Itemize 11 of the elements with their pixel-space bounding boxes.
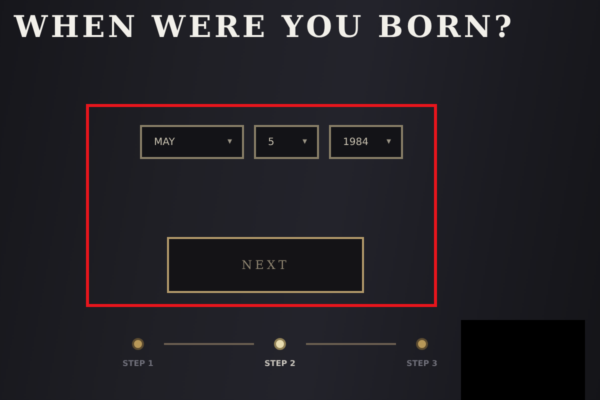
dropdown[interactable]: MAY ▾ bbox=[140, 125, 244, 159]
heading: WHEN WERE YOU BORN? bbox=[14, 9, 515, 47]
caret-icon: ▾ bbox=[227, 137, 232, 147]
step-label: STEP 1 bbox=[122, 359, 154, 368]
next-button[interactable]: NEXT bbox=[167, 237, 364, 293]
caret-icon: ▾ bbox=[302, 137, 307, 147]
dropdown[interactable]: 5 ▾ bbox=[254, 125, 319, 159]
caret-icon: ▾ bbox=[386, 137, 391, 147]
step-label: STEP 2 bbox=[264, 359, 296, 368]
step-label: STEP 3 bbox=[406, 359, 438, 368]
dropdown[interactable]: 1984 ▾ bbox=[329, 125, 403, 159]
